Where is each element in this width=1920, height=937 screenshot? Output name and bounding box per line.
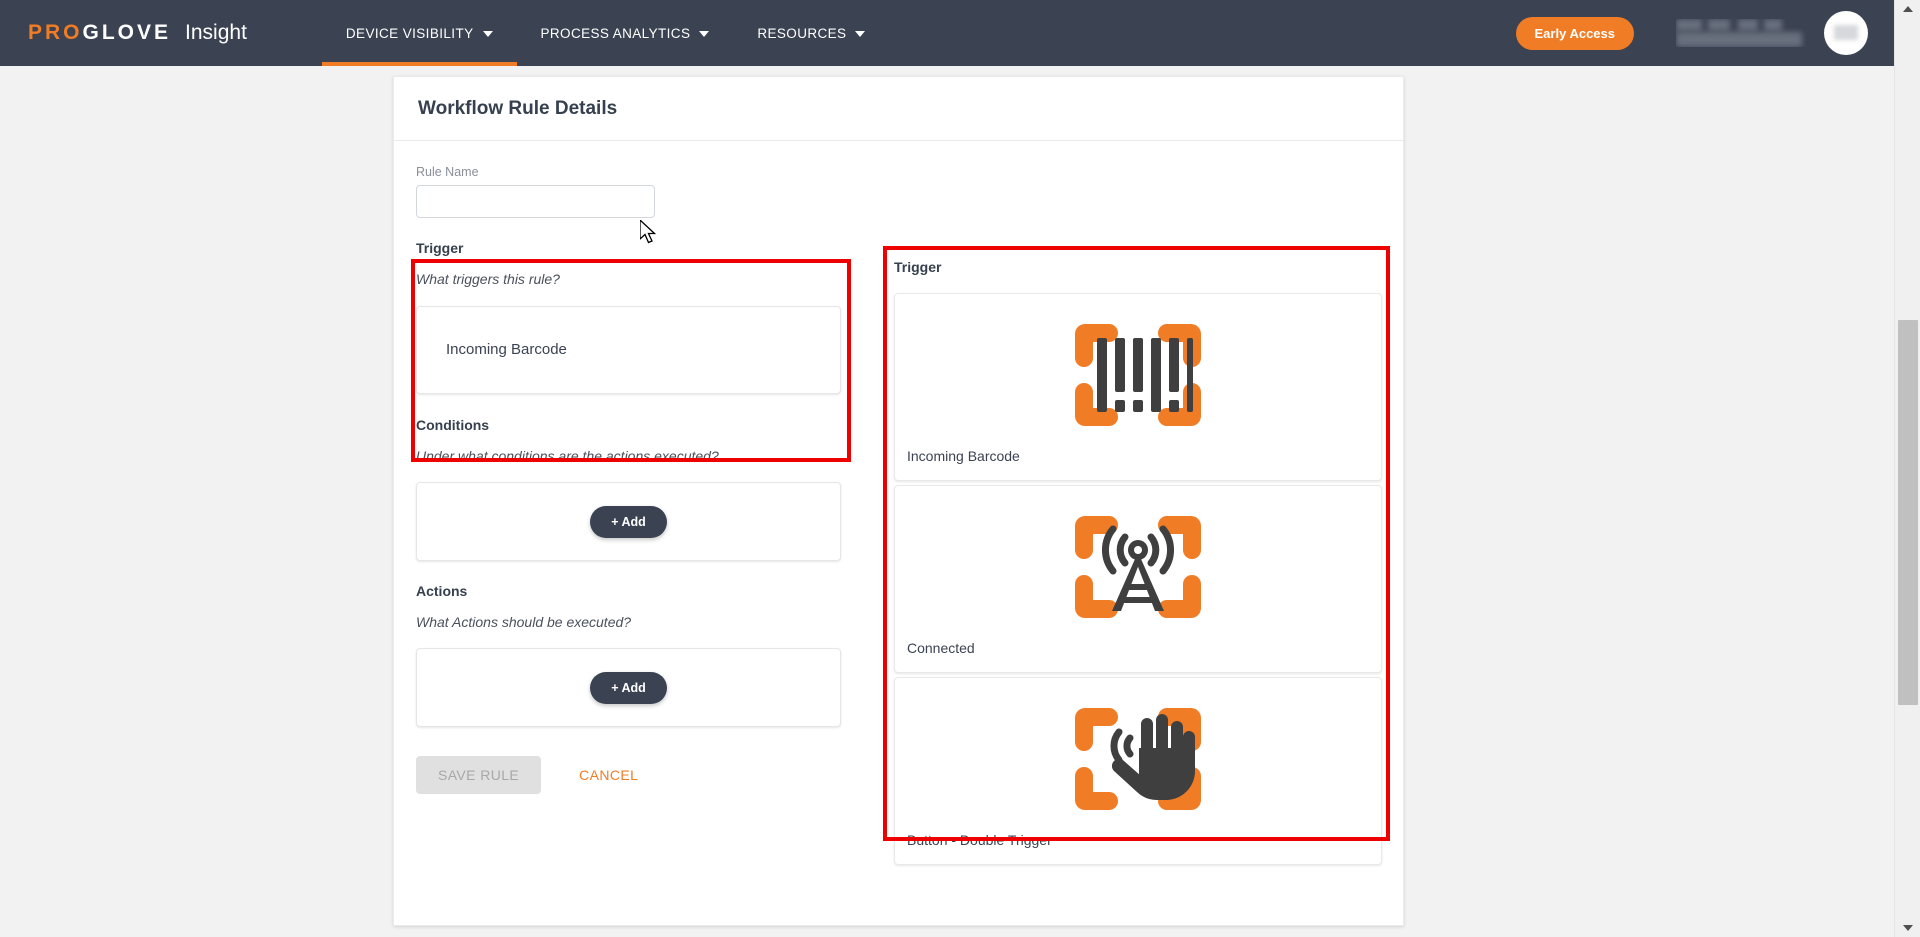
trigger-section-title: Trigger — [416, 240, 464, 256]
palette-tile-label: Connected — [907, 640, 975, 656]
nav-label-device-visibility: DEVICE VISIBILITY — [345, 25, 474, 41]
nav-item-resources[interactable]: RESOURCES — [733, 0, 889, 66]
save-rule-button[interactable]: SAVE RULE — [416, 756, 542, 794]
header-right-group: Early Access — [1515, 11, 1894, 55]
conditions-section-title: Conditions — [416, 417, 490, 433]
rule-name-label: Rule Name — [416, 165, 479, 179]
barcode-scan-icon — [1067, 304, 1209, 451]
add-action-button[interactable]: + Add — [590, 671, 667, 704]
page-scrollbar[interactable] — [1894, 0, 1920, 937]
hand-gesture-scan-icon — [1067, 688, 1209, 835]
page-canvas: Workflow Rule Details Rule Name Trigger … — [0, 66, 1894, 937]
palette-tile-label: Incoming Barcode — [907, 448, 1020, 464]
nav-label-resources: RESOURCES — [757, 25, 847, 41]
palette-tile-button-double-trigger[interactable]: Button - Double Trigger — [894, 677, 1382, 865]
palette-tile-label: Button - Double Trigger — [907, 832, 1052, 848]
app-header: PRO GLOVE Insight DEVICE VISIBILITY PROC… — [0, 0, 1894, 66]
trigger-section-question: What triggers this rule? — [416, 271, 560, 287]
nav-item-process-analytics[interactable]: PROCESS ANALYTICS — [517, 0, 734, 66]
card-header: Workflow Rule Details — [394, 77, 1403, 141]
palette-tile-incoming-barcode[interactable]: Incoming Barcode — [894, 293, 1382, 481]
main-navigation: DEVICE VISIBILITY PROCESS ANALYTICS RESO… — [321, 0, 890, 66]
scroll-down-arrow-icon[interactable] — [1895, 919, 1920, 937]
brand-glove-text: GLOVE — [82, 21, 172, 44]
card-body: Rule Name Trigger What triggers this rul… — [394, 141, 1403, 927]
conditions-section-question: Under what conditions are the actions ex… — [416, 448, 719, 464]
add-condition-button[interactable]: + Add — [590, 505, 667, 538]
user-name-redacted — [1676, 19, 1806, 47]
chevron-down-icon — [855, 31, 866, 37]
trigger-palette-column: Trigger Incoming Barcode Connected Butto… — [894, 259, 1382, 869]
conditions-dropzone[interactable]: + Add — [416, 482, 841, 561]
cancel-button[interactable]: CANCEL — [565, 756, 652, 794]
page-title: Workflow Rule Details — [418, 97, 618, 119]
actions-dropzone[interactable]: + Add — [416, 648, 841, 727]
actions-section-question: What Actions should be executed? — [416, 614, 632, 630]
antenna-tower-scan-icon — [1067, 496, 1209, 643]
brand-product-text: Insight — [185, 21, 247, 44]
palette-title: Trigger — [894, 259, 942, 275]
chevron-down-icon — [699, 31, 710, 37]
trigger-section: Trigger What triggers this rule? Incomin… — [416, 240, 841, 394]
scrollbar-thumb[interactable] — [1898, 320, 1918, 705]
conditions-section: Conditions Under what conditions are the… — [416, 417, 841, 561]
rule-builder-column: Rule Name Trigger What triggers this rul… — [416, 165, 841, 794]
mouse-cursor — [639, 218, 660, 251]
trigger-selected-chip[interactable]: Incoming Barcode — [446, 341, 567, 358]
brand-pro-text: PRO — [28, 21, 83, 44]
nav-label-process-analytics: PROCESS ANALYTICS — [540, 25, 691, 41]
early-access-button[interactable]: Early Access — [1515, 16, 1634, 50]
avatar[interactable] — [1824, 11, 1868, 55]
palette-tile-connected[interactable]: Connected — [894, 485, 1382, 673]
scroll-up-arrow-icon[interactable] — [1895, 0, 1920, 18]
nav-item-device-visibility[interactable]: DEVICE VISIBILITY — [321, 0, 517, 66]
chevron-down-icon — [482, 31, 493, 37]
trigger-dropzone[interactable]: Incoming Barcode — [416, 306, 841, 394]
rule-name-input[interactable] — [416, 185, 655, 218]
actions-section: Actions What Actions should be executed?… — [416, 583, 841, 727]
form-footer: SAVE RULE CANCEL — [416, 756, 841, 794]
rule-name-group: Rule Name — [416, 165, 841, 218]
workflow-rule-details-card: Workflow Rule Details Rule Name Trigger … — [393, 76, 1404, 926]
actions-section-title: Actions — [416, 583, 468, 599]
brand-logo[interactable]: PRO GLOVE Insight — [28, 21, 247, 45]
